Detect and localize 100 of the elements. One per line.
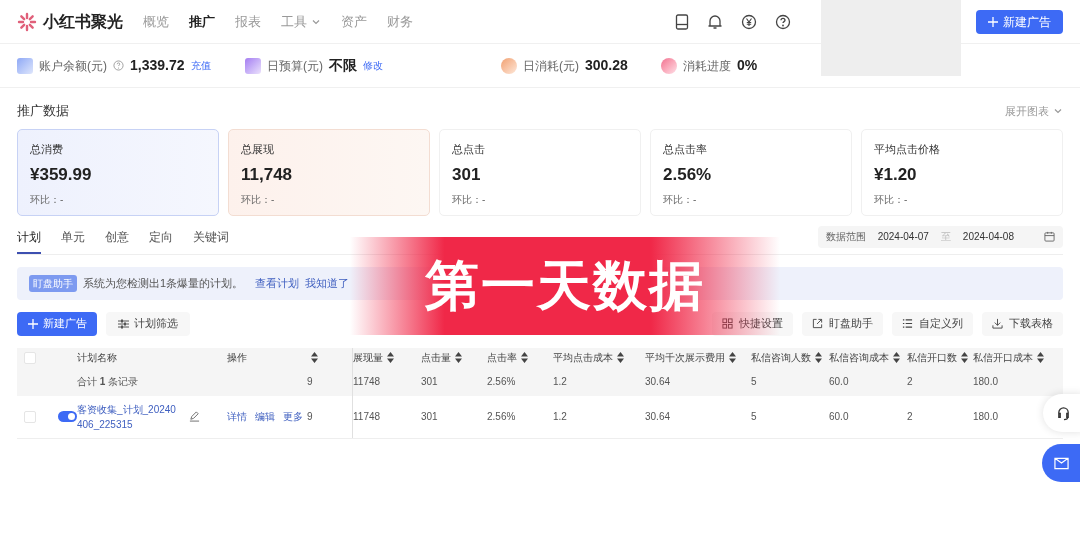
yen-icon[interactable] (741, 13, 757, 30)
nav-link[interactable]: 推广 (189, 11, 215, 32)
metric-value: 2.56% (663, 164, 713, 186)
tab[interactable]: 关键词 (193, 225, 229, 254)
sort-icon[interactable] (1037, 352, 1044, 363)
plus-icon (988, 16, 998, 27)
sort-icon[interactable] (521, 352, 528, 363)
help-icon[interactable] (775, 13, 791, 30)
table-cell-text: 2 (907, 375, 913, 389)
toolbar-button[interactable]: 盯盘助手 (802, 311, 883, 336)
stat-label: 日预算(元) (267, 57, 323, 75)
column-header: 操作 (227, 351, 247, 365)
caption-text: 第一天数据 (425, 259, 705, 313)
alert-message: 系统为您检测出1条爆量的计划。 (83, 275, 244, 291)
column-header: 平均点击成本 (553, 351, 613, 365)
external-link-icon (812, 318, 823, 329)
bell-icon[interactable] (707, 13, 723, 30)
list-icon (902, 318, 913, 329)
metric-compare: 环比：- (874, 192, 909, 207)
stat-value: 0% (737, 56, 758, 75)
toolbar-button[interactable]: 快捷设置 (712, 311, 793, 336)
table-cell-text: 9 (307, 375, 313, 389)
sort-icon[interactable] (617, 352, 624, 363)
column-header: 点击率 (487, 351, 517, 365)
metric-title: 总消费 (30, 141, 64, 157)
sort-icon[interactable] (311, 352, 318, 363)
column-header: 点击量 (421, 351, 451, 365)
tab[interactable]: 定向 (149, 225, 173, 254)
sort-icon[interactable] (893, 352, 900, 363)
table-cell-text: 30.64 (645, 375, 671, 389)
toggle-switch[interactable] (58, 411, 77, 422)
column-header: 计划名称 (77, 351, 117, 365)
create-ad-button[interactable]: 新建广告 (976, 9, 1063, 34)
metric-value: 301 (452, 164, 482, 186)
download-icon (992, 318, 1003, 329)
column-header: 私信开口数 (907, 351, 957, 365)
plan-name-link[interactable]: 客资收集_计划_20240406_225315 (77, 401, 181, 432)
table-cell-text: 2.56% (487, 375, 516, 389)
table-cell-text: 180.0 (973, 410, 999, 424)
table-cell-text: 2.56% (487, 410, 516, 424)
stat-link[interactable]: 充值 (190, 58, 211, 73)
stat-icon (501, 57, 517, 74)
column-header: 私信咨询成本 (829, 351, 889, 365)
stat-value: 不限 (329, 56, 357, 75)
logo-icon (17, 11, 37, 32)
stat-value: 300.28 (585, 56, 628, 75)
metric-compare: 环比：- (30, 192, 65, 207)
stat-value: 1,339.72 (130, 56, 185, 75)
column-header: 平均千次展示费用 (645, 351, 725, 365)
tab[interactable]: 创意 (105, 225, 129, 254)
stat-icon (661, 57, 677, 74)
stat-label: 账户余额(元) (39, 57, 107, 75)
tablet-icon[interactable] (675, 13, 689, 30)
metric-title: 总点击率 (663, 141, 708, 157)
sort-icon[interactable] (387, 352, 394, 363)
checkbox[interactable] (24, 351, 36, 364)
headset-icon (1055, 405, 1071, 421)
alert-badge: 盯盘助手 (29, 274, 77, 292)
metric-compare: 环比：- (452, 192, 487, 207)
sliders-icon (118, 318, 129, 329)
sort-icon[interactable] (455, 352, 462, 363)
table-cell-text: 1.2 (553, 375, 567, 389)
tab[interactable]: 单元 (61, 225, 85, 254)
metric-title: 总点击 (452, 141, 486, 157)
row-action-link[interactable]: 更多 (283, 409, 303, 424)
alert-link[interactable]: 我知道了 (305, 274, 350, 292)
table-cell-text: 180.0 (973, 375, 999, 389)
table-cell-text: 2 (907, 410, 913, 424)
calendar-icon (1044, 231, 1055, 242)
edit-icon[interactable] (189, 411, 200, 422)
column-header: 私信开口成本 (973, 351, 1033, 365)
table-cell-text: 5 (751, 410, 757, 424)
row-action-link[interactable]: 详情 (227, 409, 247, 424)
sort-icon[interactable] (729, 352, 736, 363)
tab[interactable]: 计划 (17, 225, 41, 254)
stat-link[interactable]: 修改 (363, 58, 383, 73)
mail-icon (1053, 456, 1069, 470)
toolbar-button[interactable]: 下载表格 (982, 311, 1063, 336)
message-button[interactable] (1042, 444, 1080, 482)
column-header: 展现量 (353, 351, 383, 365)
support-button[interactable] (1043, 394, 1080, 432)
table-cell-text: 301 (421, 410, 438, 424)
toolbar-button[interactable]: 自定义列 (892, 311, 973, 336)
alert-link[interactable]: 查看计划 (255, 274, 300, 292)
metric-value: 11,748 (241, 164, 294, 186)
stat-label: 日消耗(元) (523, 57, 579, 75)
table-cell-text: 11748 (353, 375, 381, 389)
table-cell-text: 301 (421, 375, 438, 389)
table-cell-text: 5 (751, 375, 757, 389)
checkbox[interactable] (24, 410, 36, 423)
sort-icon[interactable] (961, 352, 968, 363)
plus-icon (27, 318, 38, 329)
filter-button[interactable]: 计划筛选 (106, 311, 190, 336)
create-ad-button[interactable]: 新建广告 (17, 311, 97, 336)
metric-compare: 环比：- (241, 192, 276, 207)
sort-icon[interactable] (815, 352, 822, 363)
row-action-link[interactable]: 编辑 (255, 409, 275, 424)
metric-value: ¥1.20 (874, 164, 918, 186)
column-header: 私信咨询人数 (751, 351, 811, 365)
metric-title: 总展现 (241, 141, 275, 157)
